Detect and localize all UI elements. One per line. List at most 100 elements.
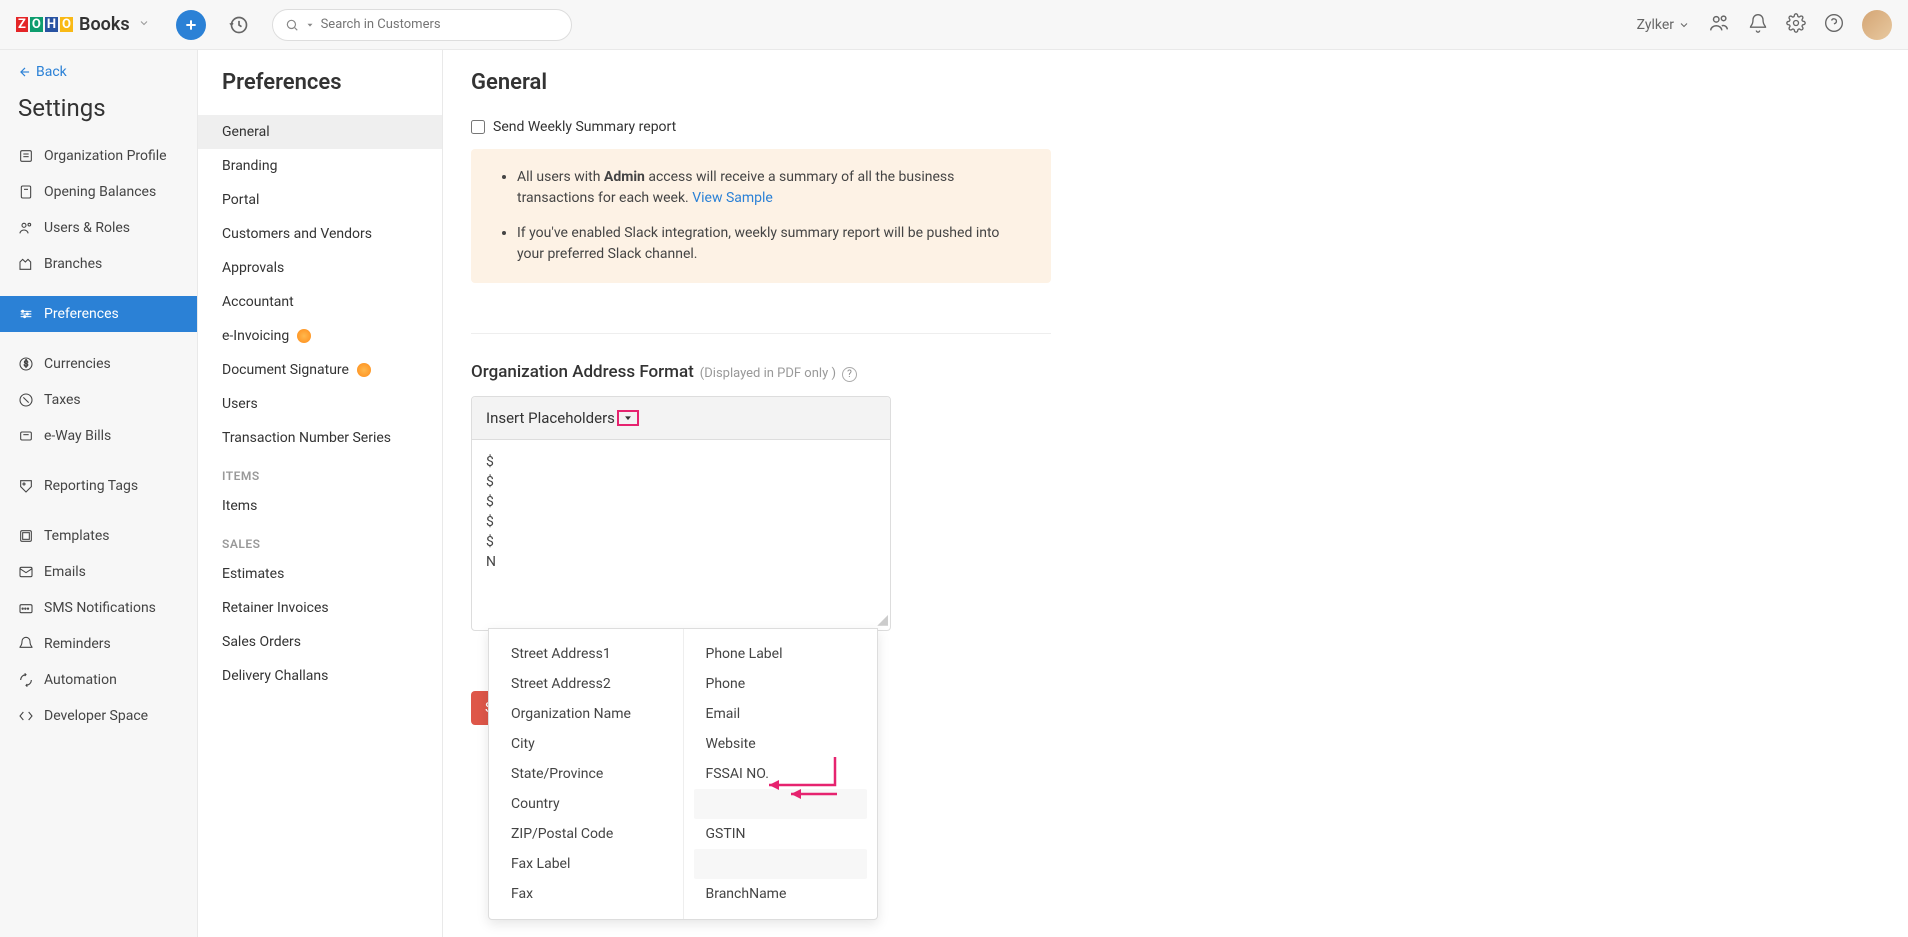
- preferences-sidebar: Preferences GeneralBrandingPortalCustome…: [198, 50, 443, 937]
- prefs-item-branding[interactable]: Branding: [198, 149, 442, 183]
- chevron-down-icon: [1678, 19, 1690, 31]
- settings-item-icon: [18, 708, 34, 724]
- settings-item-emails[interactable]: Emails: [0, 554, 197, 590]
- placeholder-item-blank[interactable]: [694, 849, 868, 879]
- placeholder-item-fax-label[interactable]: Fax Label: [489, 849, 683, 879]
- weekly-summary-label: Send Weekly Summary report: [493, 119, 676, 135]
- addr-line: $: [486, 494, 876, 510]
- settings-item-opening-balances[interactable]: Opening Balances: [0, 174, 197, 210]
- chevron-down-icon[interactable]: [138, 17, 150, 33]
- org-switcher[interactable]: Zylker: [1637, 17, 1690, 33]
- placeholder-item-country[interactable]: Country: [489, 789, 683, 819]
- placeholder-item-branchname[interactable]: BranchName: [684, 879, 878, 909]
- prefs-section-heading: SALES: [198, 523, 442, 557]
- settings-item-users-roles[interactable]: Users & Roles: [0, 210, 197, 246]
- weekly-summary-checkbox[interactable]: [471, 120, 485, 134]
- settings-item-templates[interactable]: Templates: [0, 518, 197, 554]
- settings-item-e-way-bills[interactable]: e-Way Bills: [0, 418, 197, 454]
- users-icon[interactable]: [1708, 12, 1730, 38]
- placeholder-item-street-address-[interactable]: Street Address2: [489, 669, 683, 699]
- history-icon[interactable]: [224, 10, 254, 40]
- avatar[interactable]: [1862, 10, 1892, 40]
- placeholder-item-fssai-no-[interactable]: FSSAI NO.: [684, 759, 878, 789]
- bell-icon[interactable]: [1748, 13, 1768, 37]
- addr-line: N: [486, 554, 876, 570]
- settings-item-organization-profile[interactable]: Organization Profile: [0, 138, 197, 174]
- settings-item-sms-notifications[interactable]: SMS Notifications: [0, 590, 197, 626]
- arrow-left-icon: [18, 65, 32, 79]
- prefs-item-portal[interactable]: Portal: [198, 183, 442, 217]
- prefs-item-sales-orders[interactable]: Sales Orders: [198, 625, 442, 659]
- prefs-item-customers-and-vendors[interactable]: Customers and Vendors: [198, 217, 442, 251]
- search-input[interactable]: [321, 17, 559, 32]
- search-icon: [285, 18, 299, 32]
- info-line-1: All users with Admin access will receive…: [517, 167, 1023, 209]
- settings-item-branches[interactable]: Branches: [0, 246, 197, 282]
- settings-title: Settings: [0, 86, 197, 138]
- chevron-down-icon[interactable]: [305, 20, 315, 30]
- address-format-box: Insert Placeholders $$$$$N ◢ Street Addr…: [471, 396, 891, 631]
- main-content: General Send Weekly Summary report All u…: [443, 50, 1908, 937]
- prefs-item-estimates[interactable]: Estimates: [198, 557, 442, 591]
- search-input-wrap[interactable]: [272, 9, 572, 41]
- settings-item-reminders[interactable]: Reminders: [0, 626, 197, 662]
- prefs-item-users[interactable]: Users: [198, 387, 442, 421]
- prefs-section-heading: ITEMS: [198, 455, 442, 489]
- svg-text:$: $: [24, 360, 29, 369]
- placeholder-item-fax[interactable]: Fax: [489, 879, 683, 909]
- resize-handle-icon[interactable]: ◢: [877, 612, 888, 628]
- placeholder-item-city[interactable]: City: [489, 729, 683, 759]
- addr-line: $: [486, 474, 876, 490]
- settings-item-icon: [18, 184, 34, 200]
- settings-item-icon: [18, 428, 34, 444]
- settings-item-icon: [18, 392, 34, 408]
- back-link[interactable]: Back: [0, 50, 197, 86]
- addr-format-header: Organization Address Format (Displayed i…: [471, 333, 1051, 382]
- add-button[interactable]: [176, 10, 206, 40]
- prefs-item-e-invoicing[interactable]: e-Invoicing: [198, 319, 442, 353]
- view-sample-link[interactable]: View Sample: [692, 190, 773, 206]
- settings-sidebar: Back Settings Organization ProfileOpenin…: [0, 50, 198, 937]
- prefs-item-delivery-challans[interactable]: Delivery Challans: [198, 659, 442, 693]
- placeholder-item-phone[interactable]: Phone: [684, 669, 878, 699]
- placeholder-item-phone-label[interactable]: Phone Label: [684, 639, 878, 669]
- prefs-item-retainer-invoices[interactable]: Retainer Invoices: [198, 591, 442, 625]
- placeholder-item-organization-name[interactable]: Organization Name: [489, 699, 683, 729]
- settings-item-currencies[interactable]: $Currencies: [0, 346, 197, 382]
- help-icon[interactable]: ?: [842, 367, 857, 382]
- address-format-textarea[interactable]: $$$$$N ◢: [472, 440, 890, 630]
- topbar-right: Zylker: [1637, 10, 1892, 40]
- prefs-item-accountant[interactable]: Accountant: [198, 285, 442, 319]
- settings-item-taxes[interactable]: Taxes: [0, 382, 197, 418]
- settings-item-reporting-tags[interactable]: Reporting Tags: [0, 468, 197, 504]
- placeholder-item-website[interactable]: Website: [684, 729, 878, 759]
- settings-item-icon: [18, 672, 34, 688]
- prefs-item-items[interactable]: Items: [198, 489, 442, 523]
- placeholder-item-gstin[interactable]: GSTIN: [684, 819, 878, 849]
- placeholder-item-state-province[interactable]: State/Province: [489, 759, 683, 789]
- page-title: General: [471, 70, 1880, 95]
- insert-placeholders-button[interactable]: Insert Placeholders: [472, 397, 890, 440]
- placeholder-item-street-address-[interactable]: Street Address1: [489, 639, 683, 669]
- placeholder-dropdown: Street Address1Street Address2Organizati…: [488, 628, 878, 920]
- settings-item-icon: $: [18, 356, 34, 372]
- settings-item-preferences[interactable]: Preferences: [0, 296, 197, 332]
- settings-item-developer-space[interactable]: Developer Space: [0, 698, 197, 734]
- new-badge-icon: [297, 329, 311, 343]
- prefs-item-document-signature[interactable]: Document Signature: [198, 353, 442, 387]
- placeholder-item-zip-postal-code[interactable]: ZIP/Postal Code: [489, 819, 683, 849]
- gear-icon[interactable]: [1786, 13, 1806, 37]
- settings-item-automation[interactable]: Automation: [0, 662, 197, 698]
- dropdown-arrow-icon[interactable]: [617, 410, 639, 426]
- placeholder-column-2: Phone LabelPhoneEmailWebsiteFSSAI NO. GST…: [684, 629, 878, 919]
- logo[interactable]: ZOHO Books: [16, 14, 150, 35]
- addr-line: $: [486, 514, 876, 530]
- prefs-item-general[interactable]: General: [198, 115, 442, 149]
- placeholder-item-email[interactable]: Email: [684, 699, 878, 729]
- help-icon[interactable]: [1824, 13, 1844, 37]
- prefs-item-transaction-number-series[interactable]: Transaction Number Series: [198, 421, 442, 455]
- settings-item-icon: [18, 564, 34, 580]
- placeholder-item-blank[interactable]: [694, 789, 868, 819]
- prefs-item-approvals[interactable]: Approvals: [198, 251, 442, 285]
- addr-line: $: [486, 534, 876, 550]
